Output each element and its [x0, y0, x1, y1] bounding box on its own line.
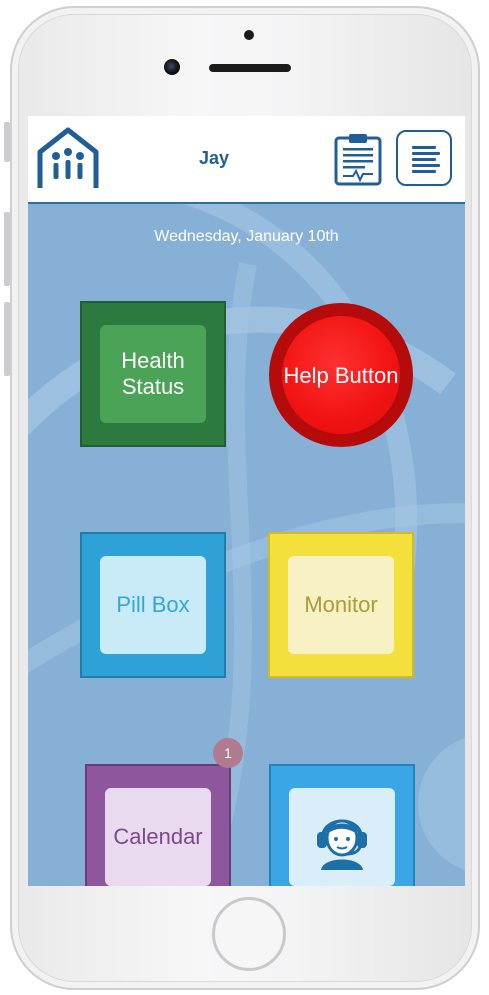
top-bar: Jay [28, 116, 465, 204]
menu-button[interactable] [396, 130, 452, 186]
monitor-label: Monitor [288, 556, 394, 654]
date-label: Wednesday, January 10th [154, 228, 339, 245]
mute-switch [4, 122, 10, 162]
volume-down-button [4, 302, 10, 376]
menu-line-icon [412, 146, 436, 149]
volume-up-button [4, 212, 10, 286]
clipboard-report-icon[interactable] [333, 132, 383, 186]
house-people-logo-icon[interactable] [36, 126, 100, 190]
menu-line-icon [412, 170, 436, 173]
menu-line-icon [412, 158, 436, 161]
help-button[interactable]: Help Button [269, 303, 413, 447]
pill-box-label: Pill Box [100, 556, 206, 654]
support-tile[interactable] [269, 764, 415, 886]
home-button[interactable] [212, 897, 286, 971]
front-camera [164, 59, 180, 75]
health-status-label: Health Status [100, 325, 206, 423]
calendar-notification-badge: 1 [213, 738, 243, 768]
menu-line-icon [412, 164, 440, 167]
earpiece-speaker [209, 64, 291, 72]
user-name: Jay [198, 148, 230, 168]
monitor-tile[interactable]: Monitor [268, 532, 414, 678]
help-button-label: Help Button [282, 316, 400, 434]
menu-line-icon [412, 152, 440, 155]
calendar-tile[interactable]: Calendar [85, 764, 231, 886]
proximity-sensor [244, 30, 254, 40]
dashboard: Wednesday, January 10th Health Status He… [28, 204, 465, 886]
app-screen: Jay Wednesday, January 10th Health Statu… [28, 116, 465, 886]
calendar-label: Calendar [105, 788, 211, 886]
support-inner [289, 788, 395, 886]
pill-box-tile[interactable]: Pill Box [80, 532, 226, 678]
health-status-tile[interactable]: Health Status [80, 301, 226, 447]
headset-agent-icon [317, 819, 367, 870]
